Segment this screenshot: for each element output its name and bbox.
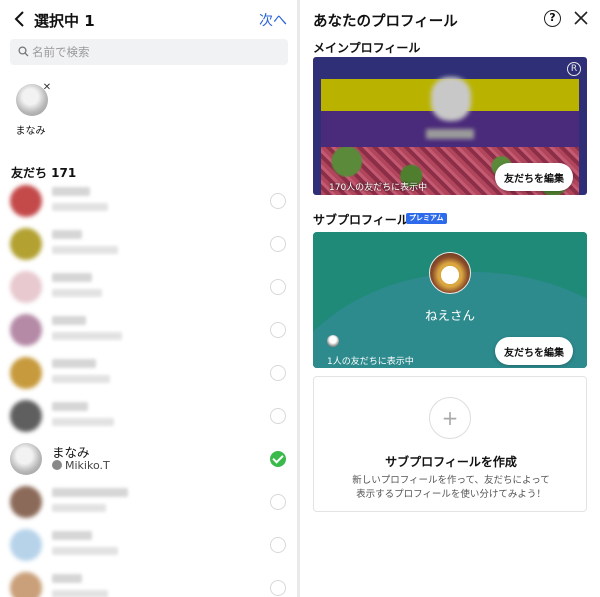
avatar xyxy=(10,443,42,475)
blurred-name xyxy=(52,273,92,282)
sub-profile-name: ねえさん xyxy=(424,308,475,323)
visible-count: 1人の友だちに表示中 xyxy=(327,357,414,367)
panel-title: あなたのプロフィール xyxy=(313,14,458,30)
edit-friends-button[interactable]: 友だちを編集 xyxy=(495,337,573,365)
checkbox[interactable] xyxy=(270,537,286,553)
blurred-name xyxy=(52,402,88,411)
checkbox[interactable] xyxy=(270,408,286,424)
main-profile-card[interactable]: R 170人の友だちに表示中 友だちを編集 xyxy=(313,57,587,195)
friend-row[interactable]: まなみ Mikiko.T xyxy=(10,441,292,479)
plus-icon[interactable]: + xyxy=(429,397,471,439)
avatar xyxy=(10,400,42,432)
avatar xyxy=(10,529,42,561)
avatar xyxy=(431,77,471,121)
avatar xyxy=(10,185,42,217)
friend-status-text: Mikiko.T xyxy=(65,459,110,472)
create-sub-profile-card[interactable]: + サブプロフィールを作成 新しいプロフィールを作って、友だちによって 表示する… xyxy=(313,376,587,512)
sub-profile-label: サブプロフィール xyxy=(313,213,409,227)
desc-line: 表示するプロフィールを使い分けてみよう！ xyxy=(356,489,546,500)
create-title: サブプロフィールを作成 xyxy=(385,455,517,469)
next-button[interactable]: 次へ xyxy=(259,10,287,30)
friend-mini-avatar xyxy=(327,335,339,347)
friend-row[interactable] xyxy=(10,570,292,597)
avatar: ✕ xyxy=(16,82,51,116)
status-icon xyxy=(52,460,62,470)
friends-count-header: 友だち 171 xyxy=(11,166,77,180)
blurred-status xyxy=(52,289,102,297)
desc-line: 新しいプロフィールを作って、友だちによって xyxy=(352,475,550,486)
checkbox[interactable] xyxy=(270,279,286,295)
blurred-status xyxy=(52,504,106,512)
blurred-status xyxy=(52,375,110,383)
blurred-status xyxy=(52,547,118,555)
search-input[interactable] xyxy=(32,39,282,65)
search-bar[interactable] xyxy=(10,39,288,65)
header: 選択中 1 次へ xyxy=(0,8,297,32)
checked-icon[interactable] xyxy=(270,451,286,467)
page-title: 選択中 1 xyxy=(34,12,95,30)
friend-row[interactable] xyxy=(10,226,292,264)
friend-status: Mikiko.T xyxy=(52,459,110,472)
avatar xyxy=(429,252,471,294)
search-icon xyxy=(18,46,29,57)
friend-row[interactable] xyxy=(10,355,292,393)
remove-icon[interactable]: ✕ xyxy=(41,82,53,94)
friend-row[interactable] xyxy=(10,312,292,350)
premium-badge: プレミアム xyxy=(406,213,447,224)
avatar xyxy=(10,486,42,518)
blurred-name xyxy=(52,187,90,196)
blurred-name xyxy=(52,230,82,239)
blurred-name xyxy=(52,531,92,540)
avatar xyxy=(10,271,42,303)
edit-friends-button[interactable]: 友だちを編集 xyxy=(495,163,573,191)
avatar xyxy=(10,572,42,597)
sub-profile-card[interactable]: ねえさん 1人の友だちに表示中 友だちを編集 xyxy=(313,232,587,368)
checkbox[interactable] xyxy=(270,365,286,381)
checkbox[interactable] xyxy=(270,236,286,252)
create-description: 新しいプロフィールを作って、友だちによって 表示するプロフィールを使い分けてみよ… xyxy=(314,474,588,502)
friend-row[interactable] xyxy=(10,484,292,522)
close-icon[interactable] xyxy=(572,9,590,27)
main-profile-label: メインプロフィール xyxy=(313,41,421,55)
checkbox[interactable] xyxy=(270,580,286,596)
blurred-status xyxy=(52,590,108,597)
selected-friend[interactable]: ✕ まなみ xyxy=(12,82,52,137)
friend-row[interactable] xyxy=(10,398,292,436)
selected-friend-name: まなみ xyxy=(15,126,46,137)
blurred-name xyxy=(52,316,86,325)
profile-panel: あなたのプロフィール ? メインプロフィール R 170人の友だちに表示中 友だ… xyxy=(300,0,600,597)
blurred-name xyxy=(52,574,82,583)
friend-select-panel: 選択中 1 次へ ✕ まなみ 友だち 171 まなみMikiko.T xyxy=(0,0,297,597)
friend-row[interactable] xyxy=(10,269,292,307)
blurred-name xyxy=(52,488,128,497)
blurred-name xyxy=(52,359,96,368)
checkbox[interactable] xyxy=(270,322,286,338)
avatar xyxy=(10,357,42,389)
back-arrow-icon[interactable] xyxy=(10,8,32,30)
visible-count: 170人の友だちに表示中 xyxy=(329,183,428,193)
blurred-status xyxy=(52,246,118,254)
friend-row[interactable] xyxy=(10,183,292,221)
friend-row[interactable] xyxy=(10,527,292,565)
registered-mark-icon: R xyxy=(567,62,581,76)
blurred-name xyxy=(426,129,474,139)
help-icon[interactable]: ? xyxy=(544,10,561,27)
avatar xyxy=(10,228,42,260)
checkbox[interactable] xyxy=(270,193,286,209)
checkbox[interactable] xyxy=(270,494,286,510)
blurred-status xyxy=(52,418,114,426)
avatar xyxy=(10,314,42,346)
blurred-status xyxy=(52,332,122,340)
blurred-status xyxy=(52,203,108,211)
